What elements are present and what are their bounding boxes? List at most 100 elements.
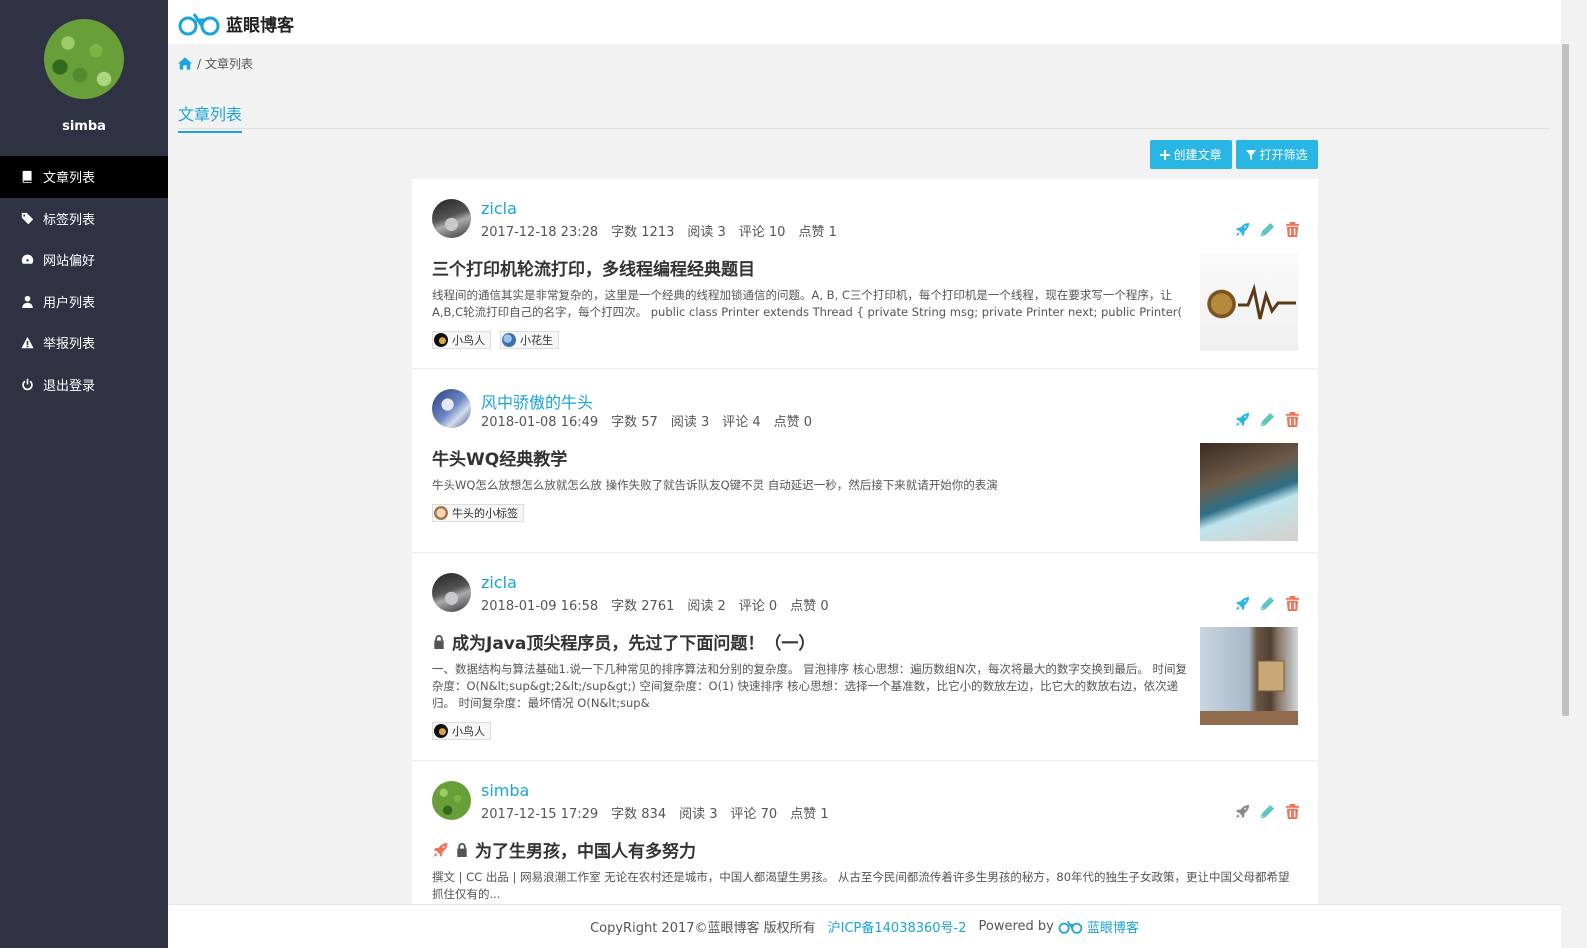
delete-button[interactable] [1280, 594, 1305, 612]
sidebar-item-users[interactable]: 用户列表 [0, 281, 168, 323]
author-avatar[interactable] [432, 389, 471, 428]
sidebar-item-label: 网站偏好 [43, 254, 96, 270]
sidebar-item-label: 文章列表 [43, 171, 96, 187]
article-excerpt: 一、数据结构与算法基础1.说一下几种常见的排序算法和分别的复杂度。 冒泡排序 核… [432, 662, 1188, 710]
top-rocket-button[interactable] [1230, 802, 1255, 820]
plus-icon [1160, 149, 1171, 160]
pencil-icon [1260, 804, 1275, 818]
article-card: zicla 2017-12-18 23:28 字数 1213 阅读 3 评论 10 点赞… [412, 179, 1318, 369]
delete-button[interactable] [1280, 220, 1305, 238]
trash-icon [1285, 411, 1300, 427]
open-filter-button[interactable]: 打开筛选 [1236, 140, 1318, 169]
top-rocket-button[interactable] [1230, 410, 1255, 428]
author-name[interactable]: zicla [481, 199, 517, 218]
book-icon [20, 170, 34, 184]
article-title[interactable]: 牛头WQ经典教学 [432, 445, 567, 470]
rocket-icon [433, 842, 448, 857]
sidebar-item-reports[interactable]: 举报列表 [0, 322, 168, 364]
sidebar-item-label: 举报列表 [43, 337, 96, 353]
logo-icon [1058, 920, 1083, 934]
filter-icon [1246, 149, 1257, 160]
article-thumbnail[interactable] [1200, 443, 1298, 541]
tag-chip[interactable]: 小鸟人 [432, 722, 491, 740]
article-likes: 点赞 1 [798, 225, 837, 240]
article-thumbnail[interactable] [1200, 253, 1298, 351]
sidebar-item-tags[interactable]: 标签列表 [0, 198, 168, 240]
power-icon [20, 377, 34, 391]
delete-button[interactable] [1280, 802, 1305, 820]
rocket-icon [1235, 596, 1250, 610]
author-avatar[interactable] [432, 199, 471, 238]
footer-powered-label: Powered by [978, 919, 1054, 934]
sidebar: simba 文章列表 标签列表 网站偏好 用户列表 举报列表 退出登录 [0, 0, 168, 948]
scrollbar-thumb[interactable] [1562, 44, 1569, 716]
tag-chip[interactable]: 牛头的小标签 [432, 504, 524, 522]
author-avatar[interactable] [432, 573, 471, 612]
delete-button[interactable] [1280, 410, 1305, 428]
top-rocket-button[interactable] [1230, 220, 1255, 238]
author-avatar[interactable] [432, 781, 471, 820]
rocket-icon [1235, 222, 1250, 236]
article-tags: 小鸟人 小花生 [432, 331, 568, 349]
article-date: 2017-12-18 23:28 [481, 225, 599, 240]
article-title: 为了生男孩，中国人有多努力 [475, 842, 696, 862]
author-name[interactable]: simba [481, 781, 529, 800]
tag-avatar-icon [434, 333, 448, 347]
tag-chip[interactable]: 小鸟人 [432, 331, 491, 349]
page-scrollbar[interactable] [1561, 44, 1570, 904]
author-name[interactable]: zicla [481, 573, 517, 592]
sidebar-item-logout[interactable]: 退出登录 [0, 364, 168, 406]
lock-icon [457, 842, 467, 857]
article-meta: 2017-12-15 17:29 字数 834 阅读 3 评论 70 点赞 1 [481, 803, 842, 822]
sidebar-item-articles[interactable]: 文章列表 [0, 156, 168, 198]
article-list: zicla 2017-12-18 23:28 字数 1213 阅读 3 评论 10 点赞… [412, 179, 1318, 904]
breadcrumb-separator: / [197, 56, 202, 71]
tag-avatar-icon [502, 333, 516, 347]
create-article-label: 创建文章 [1173, 148, 1222, 162]
article-title-row[interactable]: 为了生男孩，中国人有多努力 [432, 837, 696, 862]
tab-divider [178, 128, 1550, 129]
breadcrumb: / 文章列表 [178, 55, 253, 72]
edit-button[interactable] [1255, 802, 1280, 820]
footer-brand-link[interactable]: 蓝眼博客 [1087, 917, 1139, 936]
article-actions [1230, 220, 1305, 238]
tag-label: 小花生 [520, 334, 553, 347]
site-logo[interactable]: 蓝眼博客 [178, 10, 294, 36]
footer-icp-link[interactable]: 沪ICP备14038360号-2 [828, 917, 967, 936]
edit-button[interactable] [1255, 594, 1280, 612]
article-reads: 阅读 3 [687, 225, 726, 240]
home-icon[interactable] [178, 57, 192, 70]
article-words: 字数 834 [611, 807, 667, 822]
article-date: 2018-01-08 16:49 [481, 415, 599, 430]
top-rocket-button[interactable] [1230, 594, 1255, 612]
edit-button[interactable] [1255, 220, 1280, 238]
article-title-row[interactable]: 成为Java顶尖程序员，先过了下面问题！（一） [432, 629, 815, 654]
article-tags: 牛头的小标签 [432, 504, 533, 522]
article-date: 2017-12-15 17:29 [481, 807, 599, 822]
tag-avatar-icon [434, 506, 448, 520]
sidebar-username: simba [62, 119, 106, 134]
sidebar-item-preferences[interactable]: 网站偏好 [0, 239, 168, 281]
article-reads: 阅读 2 [687, 599, 726, 614]
pencil-icon [1260, 596, 1275, 610]
author-name[interactable]: 风中骄傲的牛头 [481, 389, 593, 413]
tab-article-list[interactable]: 文章列表 [178, 101, 243, 133]
article-title: 成为Java顶尖程序员，先过了下面问题！（一） [452, 634, 816, 654]
article-words: 字数 2761 [611, 599, 675, 614]
trash-icon [1285, 221, 1300, 237]
top-header: 蓝眼博客 [168, 0, 1561, 44]
create-article-button[interactable]: 创建文章 [1150, 140, 1232, 169]
rocket-icon [1235, 804, 1250, 818]
breadcrumb-current: 文章列表 [205, 57, 254, 71]
article-excerpt: 撰文 | CC 出品 | 网易浪潮工作室 无论在农村还是城市，中国人都渴望生男孩… [432, 870, 1290, 901]
article-title[interactable]: 三个打印机轮流打印，多线程编程经典题目 [432, 255, 755, 280]
sidebar-menu: 文章列表 标签列表 网站偏好 用户列表 举报列表 退出登录 [0, 156, 168, 405]
article-meta: 2018-01-08 16:49 字数 57 阅读 3 评论 4 点赞 0 [481, 411, 825, 430]
article-reads: 阅读 3 [670, 415, 710, 430]
pencil-icon [1260, 222, 1275, 236]
article-thumbnail[interactable] [1200, 627, 1298, 725]
user-avatar[interactable] [44, 19, 124, 99]
article-actions [1230, 410, 1305, 428]
tag-chip[interactable]: 小花生 [500, 331, 559, 349]
edit-button[interactable] [1255, 410, 1280, 428]
